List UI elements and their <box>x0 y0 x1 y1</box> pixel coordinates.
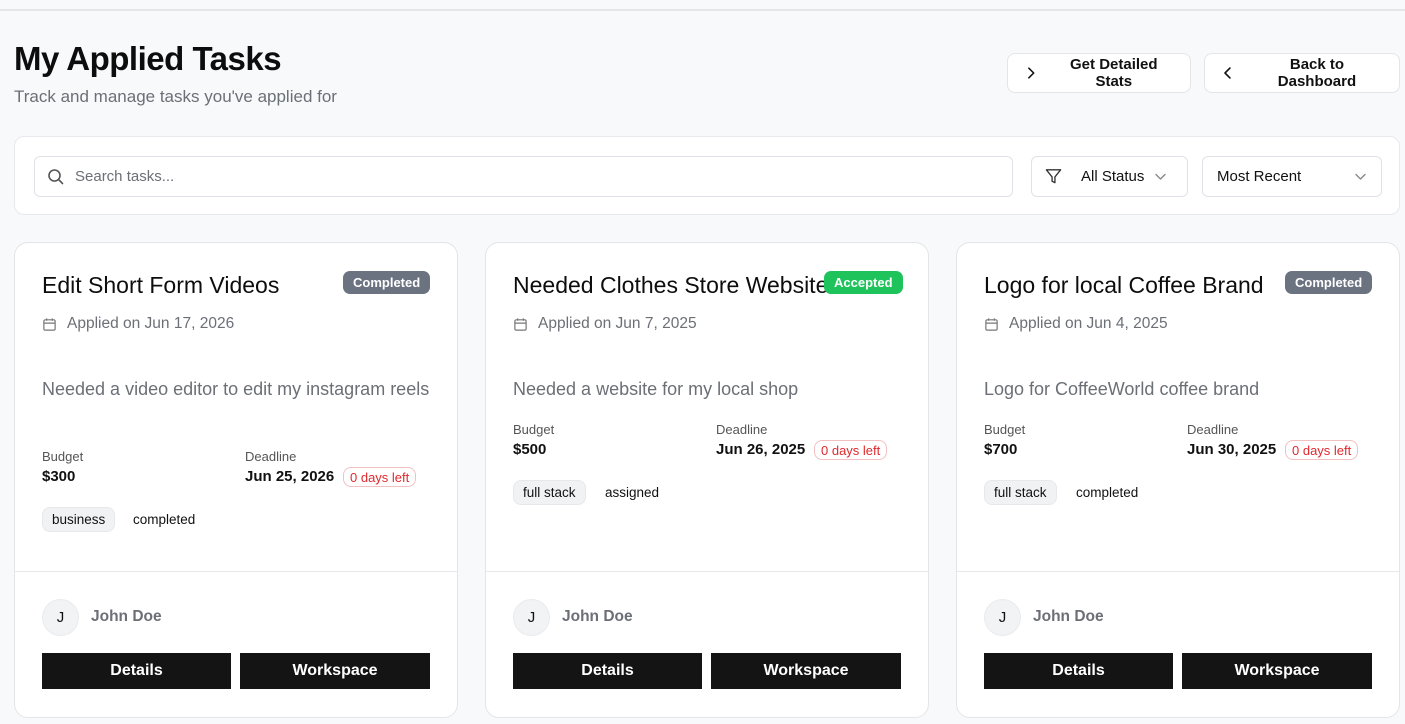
details-button[interactable]: Details <box>984 653 1173 689</box>
budget-value: $300 <box>42 468 76 485</box>
get-detailed-stats-label: Get Detailed Stats <box>1070 56 1158 90</box>
applied-date: Applied on Jun 7, 2025 <box>513 315 697 333</box>
budget-label: Budget <box>42 449 84 464</box>
task-title: Needed Clothes Store Website <box>513 272 829 298</box>
budget-value: $700 <box>984 441 1018 458</box>
owner-name: John Doe <box>1033 608 1104 625</box>
page-subtitle: Track and manage tasks you've applied fo… <box>14 87 337 106</box>
task-description: Logo for CoffeeWorld coffee brand <box>984 379 1260 399</box>
back-to-dashboard-label: Back to Dashboard <box>1277 56 1357 90</box>
owner-name: John Doe <box>562 608 633 625</box>
avatar: J <box>42 599 79 636</box>
status-filter-select[interactable]: All Status <box>1031 156 1188 197</box>
budget-label: Budget <box>513 422 555 437</box>
task-tag: assigned <box>605 485 660 500</box>
task-description: Needed a video editor to edit my instagr… <box>42 379 430 399</box>
task-card: Logo for local Coffee Brand Completed Ap… <box>956 242 1400 718</box>
page-title: My Applied Tasks <box>14 40 282 77</box>
search-box[interactable] <box>34 156 1013 197</box>
back-to-dashboard-button[interactable]: Back to Dashboard <box>1204 53 1400 93</box>
deadline-label: Deadline <box>245 449 297 464</box>
status-badge: Completed <box>343 271 431 294</box>
task-tag: full stack <box>513 480 586 505</box>
card-divider <box>486 571 928 572</box>
details-button[interactable]: Details <box>42 653 231 689</box>
chevron-down-icon <box>1355 173 1366 180</box>
sort-select[interactable]: Most Recent <box>1202 156 1382 197</box>
calendar-icon <box>985 317 998 331</box>
status-badge: Accepted <box>824 271 903 294</box>
task-tag: completed <box>133 512 196 527</box>
calendar-icon <box>43 317 56 331</box>
chevron-left-icon <box>1224 67 1231 79</box>
task-tag: completed <box>1076 485 1139 500</box>
deadline-value: Jun 25, 2026 <box>245 468 335 485</box>
get-detailed-stats-button[interactable]: Get Detailed Stats <box>1007 53 1191 93</box>
applied-date: Applied on Jun 4, 2025 <box>984 315 1168 333</box>
task-title: Edit Short Form Videos <box>42 272 280 298</box>
status-filter-value: All Status <box>1081 168 1145 185</box>
task-card: Needed Clothes Store Website Accepted Ap… <box>485 242 929 718</box>
task-title: Logo for local Coffee Brand <box>984 272 1264 298</box>
filter-bar: All Status Most Recent <box>14 136 1400 215</box>
deadline-value: Jun 30, 2025 <box>1187 441 1277 458</box>
applied-date-text: Applied on Jun 7, 2025 <box>538 315 697 332</box>
sort-value: Most Recent <box>1217 168 1302 185</box>
task-description: Needed a website for my local shop <box>513 379 799 399</box>
task-tag: full stack <box>984 480 1057 505</box>
search-input[interactable] <box>75 168 975 185</box>
deadline-label: Deadline <box>1187 422 1239 437</box>
card-divider <box>15 571 457 572</box>
avatar: J <box>984 599 1021 636</box>
avatar: J <box>513 599 550 636</box>
budget-value: $500 <box>513 441 547 458</box>
top-divider <box>0 0 1405 11</box>
card-divider <box>957 571 1399 572</box>
owner-name: John Doe <box>91 608 162 625</box>
days-left-badge: 0 days left <box>343 467 417 487</box>
chevron-down-icon <box>1155 173 1166 180</box>
workspace-button[interactable]: Workspace <box>240 653 430 689</box>
task-card: Edit Short Form Videos Completed Applied… <box>14 242 458 718</box>
days-left-badge: 0 days left <box>814 440 888 460</box>
status-badge: Completed <box>1285 271 1373 294</box>
applied-date: Applied on Jun 17, 2026 <box>42 315 234 333</box>
applied-date-text: Applied on Jun 17, 2026 <box>67 315 235 332</box>
budget-label: Budget <box>984 422 1026 437</box>
workspace-button[interactable]: Workspace <box>711 653 901 689</box>
chevron-right-icon <box>1028 67 1035 79</box>
calendar-icon <box>514 317 527 331</box>
filter-icon <box>1045 169 1062 184</box>
search-icon <box>48 168 64 184</box>
workspace-button[interactable]: Workspace <box>1182 653 1372 689</box>
days-left-badge: 0 days left <box>1285 440 1359 460</box>
deadline-value: Jun 26, 2025 <box>716 441 806 458</box>
applied-date-text: Applied on Jun 4, 2025 <box>1009 315 1168 332</box>
deadline-label: Deadline <box>716 422 768 437</box>
task-tag: business <box>42 507 116 532</box>
details-button[interactable]: Details <box>513 653 702 689</box>
